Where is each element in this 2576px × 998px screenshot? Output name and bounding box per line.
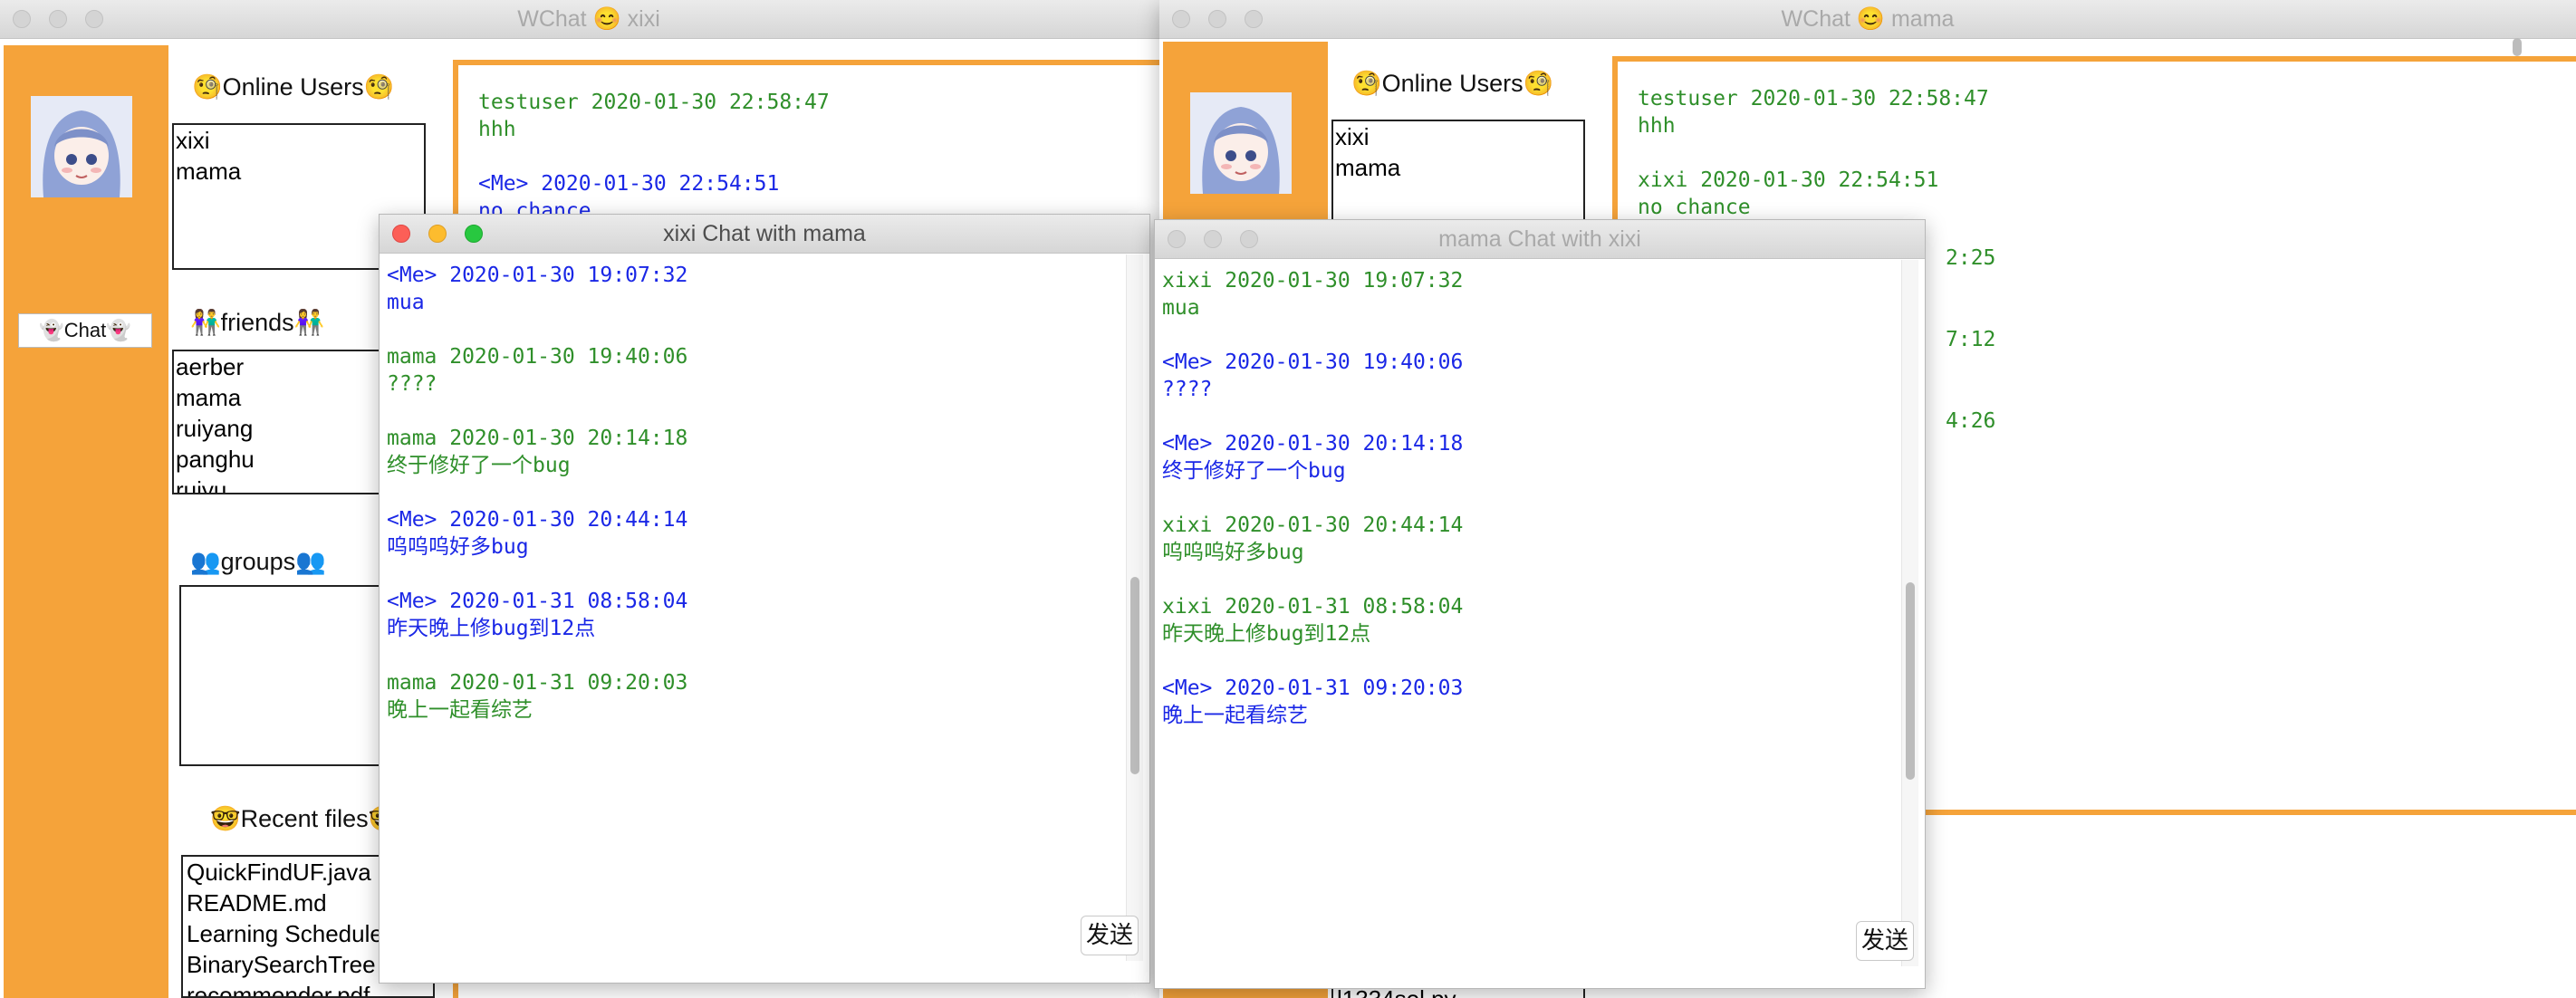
list-item[interactable]: mama	[1335, 152, 1583, 183]
avatar	[1190, 92, 1292, 194]
list-item[interactable]: xixi	[176, 125, 424, 156]
message-body: ????	[1162, 378, 1213, 401]
message-header: mama 2020-01-30 19:40:06	[387, 345, 688, 369]
message-header-partial: 2:25	[1946, 246, 1996, 270]
groups-label: 👥groups👥	[190, 548, 326, 575]
message-header: <Me> 2020-01-30 22:54:51	[478, 172, 780, 196]
title-bar: xixi Chat with mama	[380, 215, 1149, 254]
message-body: ????	[387, 372, 437, 396]
window-title: WChat 😊 mama	[1781, 6, 1955, 32]
title-bar: WChat 😊 xixi	[0, 0, 1177, 39]
message-body: 昨天晚上修bug到12点	[387, 617, 596, 640]
list-item[interactable]: aerber	[176, 351, 388, 382]
avatar	[31, 96, 132, 197]
message-header-partial: 4:26	[1946, 409, 1996, 433]
message-header: <Me> 2020-01-30 20:14:18	[1162, 432, 1464, 456]
message-body: 昨天晚上修bug到12点	[1162, 622, 1371, 646]
groups-list[interactable]	[179, 585, 397, 766]
chat-messages: <Me> 2020-01-30 19:07:32 mua mama 2020-0…	[387, 262, 687, 751]
send-button[interactable]: 发送	[1081, 916, 1139, 955]
message-header-partial: 7:12	[1946, 328, 1996, 351]
list-item[interactable]: ruiyang	[176, 413, 388, 444]
list-item[interactable]: mama	[176, 382, 388, 413]
message-header: <Me> 2020-01-30 20:44:14	[387, 508, 688, 532]
message-header: xixi 2020-01-30 20:44:14	[1162, 513, 1464, 537]
window-title: xixi Chat with mama	[663, 221, 866, 246]
window-title: mama Chat with xixi	[1438, 226, 1641, 252]
chat-window-mama-xixi: mama Chat with xixi xixi 2020-01-30 19:0…	[1154, 219, 1926, 989]
message-body: mua	[1162, 296, 1200, 320]
message-body: 晚上一起看综艺	[1162, 704, 1308, 727]
friends-list[interactable]: aerber mama ruiyang panghu ruiyu	[172, 350, 389, 494]
list-item[interactable]: ruiyu	[176, 475, 388, 493]
message-body: 终于修好了一个bug	[1162, 459, 1346, 483]
message-body: no chance	[1638, 196, 1751, 219]
title-bar: mama Chat with xixi	[1155, 220, 1925, 259]
message-header: <Me> 2020-01-31 09:20:03	[1162, 677, 1464, 700]
chat-scrollbar[interactable]	[1126, 254, 1143, 961]
message-header: mama 2020-01-31 09:20:03	[387, 671, 688, 695]
message-body: mua	[387, 291, 425, 314]
message-header: mama 2020-01-30 20:14:18	[387, 427, 688, 450]
message-body: 呜呜呜好多bug	[1162, 541, 1304, 564]
message-body: hhh	[478, 118, 516, 141]
window-title: WChat 😊 xixi	[517, 6, 660, 32]
message-header: <Me> 2020-01-31 08:58:04	[387, 590, 688, 613]
message-header: testuser 2020-01-30 22:58:47	[478, 91, 830, 114]
message-body: 呜呜呜好多bug	[387, 535, 529, 559]
online-users-label: 🧐Online Users🧐	[1351, 70, 1554, 97]
message-header: xixi 2020-01-31 08:58:04	[1162, 595, 1464, 619]
message-body: 晚上一起看综艺	[387, 698, 533, 722]
friends-label: 👫friends👫	[190, 309, 325, 336]
message-header: xixi 2020-01-30 19:07:32	[1162, 269, 1464, 293]
recent-files-label: 🤓Recent files🤓	[210, 805, 399, 832]
message-body: 终于修好了一个bug	[387, 454, 571, 477]
list-item[interactable]: mama	[176, 156, 424, 187]
message-header: testuser 2020-01-30 22:58:47	[1638, 87, 1989, 110]
chat-window-xixi-mama: xixi Chat with mama <Me> 2020-01-30 19:0…	[379, 214, 1150, 984]
online-users-label: 🧐Online Users🧐	[192, 73, 395, 101]
chat-scrollbar[interactable]	[1901, 260, 1918, 966]
message-body: hhh	[1638, 114, 1676, 138]
chat-messages: xixi 2020-01-30 19:07:32 mua <Me> 2020-0…	[1162, 267, 1463, 756]
list-item[interactable]: xixi	[1335, 121, 1583, 152]
chat-button[interactable]: 👻Chat👻	[18, 313, 152, 348]
title-bar: WChat 😊 mama	[1159, 0, 2576, 39]
message-input[interactable]	[1155, 912, 1898, 988]
message-header: <Me> 2020-01-30 19:40:06	[1162, 350, 1464, 374]
send-button[interactable]: 发送	[1856, 921, 1914, 961]
message-header: xixi 2020-01-30 22:54:51	[1638, 168, 1939, 192]
list-item[interactable]: panghu	[176, 444, 388, 475]
group-chat-scrollbar[interactable]	[2509, 38, 2525, 56]
message-header: <Me> 2020-01-30 19:07:32	[387, 264, 688, 287]
message-input[interactable]	[380, 907, 1122, 983]
